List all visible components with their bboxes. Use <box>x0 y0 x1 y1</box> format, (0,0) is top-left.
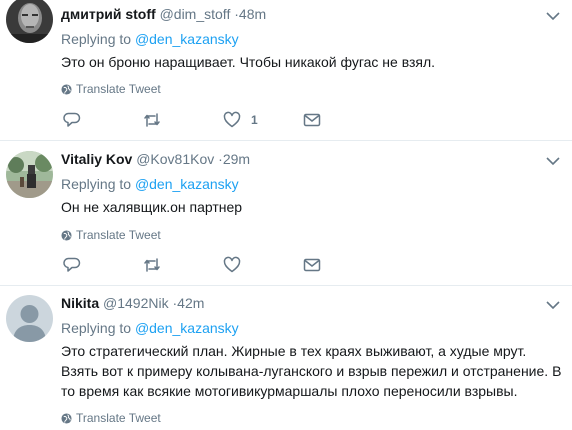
tweet-actions <box>61 256 361 278</box>
translate-label: Translate Tweet <box>76 411 161 425</box>
replying-prefix: Replying to <box>61 176 132 192</box>
like-button[interactable] <box>223 256 251 274</box>
direct-message-icon <box>303 258 321 272</box>
replying-mention-link[interactable]: @den_kazansky <box>135 320 239 336</box>
direct-message-icon <box>303 113 321 127</box>
avatar[interactable] <box>6 151 53 198</box>
reply-button[interactable] <box>63 256 81 274</box>
handle[interactable]: @Kov81Kov <box>136 151 214 167</box>
direct-message-button[interactable] <box>303 256 321 274</box>
tweet-header: Vitaliy Kov @Kov81Kov ·29m <box>61 151 250 167</box>
like-icon <box>223 256 241 273</box>
caret-down-icon[interactable] <box>546 300 560 310</box>
globe-icon <box>61 412 72 424</box>
tweet-header: Nikita @1492Nik ·42m <box>61 295 204 311</box>
tweet-text: Он не халявщик.он партнер <box>61 199 243 215</box>
retweet-button[interactable] <box>143 256 161 274</box>
like-count: 1 <box>251 113 258 127</box>
caret-down-icon[interactable] <box>546 11 560 21</box>
display-name[interactable]: Nikita <box>61 295 99 311</box>
tweet-text: Это он броню наращивает. Чтобы никакой ф… <box>61 54 436 70</box>
replying-to: Replying to @den_kazansky <box>61 320 239 336</box>
like-icon <box>223 111 241 128</box>
reply-icon <box>63 257 81 272</box>
tweet[interactable]: Vitaliy Kov @Kov81Kov ·29m Replying to @… <box>0 141 572 286</box>
globe-icon <box>61 83 72 95</box>
like-button[interactable]: 1 <box>223 111 258 129</box>
translate-tweet-link[interactable]: Translate Tweet <box>61 411 161 425</box>
caret-down-icon[interactable] <box>546 156 560 166</box>
retweet-icon <box>144 113 160 127</box>
retweet-icon <box>144 258 160 272</box>
replying-prefix: Replying to <box>61 320 132 336</box>
tweet-text: Это стратегический план. Жирные в тех кр… <box>61 343 562 399</box>
handle[interactable]: @dim_stoff <box>160 6 231 22</box>
display-name[interactable]: дмитрий stoff <box>61 6 156 22</box>
timestamp[interactable]: 42m <box>177 295 204 311</box>
retweet-button[interactable] <box>143 111 161 129</box>
reply-icon <box>63 112 81 127</box>
tweet[interactable]: дмитрий stoff @dim_stoff ·48m Replying t… <box>0 0 572 141</box>
translate-tweet-link[interactable]: Translate Tweet <box>61 228 161 242</box>
replying-mention-link[interactable]: @den_kazansky <box>135 176 239 192</box>
timestamp[interactable]: 29m <box>223 151 250 167</box>
replying-prefix: Replying to <box>61 31 132 47</box>
reply-button[interactable] <box>63 111 81 129</box>
timestamp[interactable]: 48m <box>239 6 266 22</box>
avatar[interactable] <box>6 0 53 43</box>
replying-mention-link[interactable]: @den_kazansky <box>135 31 239 47</box>
tweet[interactable]: Nikita @1492Nik ·42m Replying to @den_ka… <box>0 286 572 430</box>
replying-to: Replying to @den_kazansky <box>61 176 239 192</box>
display-name[interactable]: Vitaliy Kov <box>61 151 132 167</box>
replying-to: Replying to @den_kazansky <box>61 31 239 47</box>
translate-label: Translate Tweet <box>76 82 161 96</box>
globe-icon <box>61 229 72 241</box>
direct-message-button[interactable] <box>303 111 321 129</box>
translate-tweet-link[interactable]: Translate Tweet <box>61 82 161 96</box>
tweet-actions: 1 <box>61 111 361 133</box>
translate-label: Translate Tweet <box>76 228 161 242</box>
handle[interactable]: @1492Nik <box>103 295 169 311</box>
avatar[interactable] <box>6 295 53 342</box>
tweet-header: дмитрий stoff @dim_stoff ·48m <box>61 6 266 22</box>
